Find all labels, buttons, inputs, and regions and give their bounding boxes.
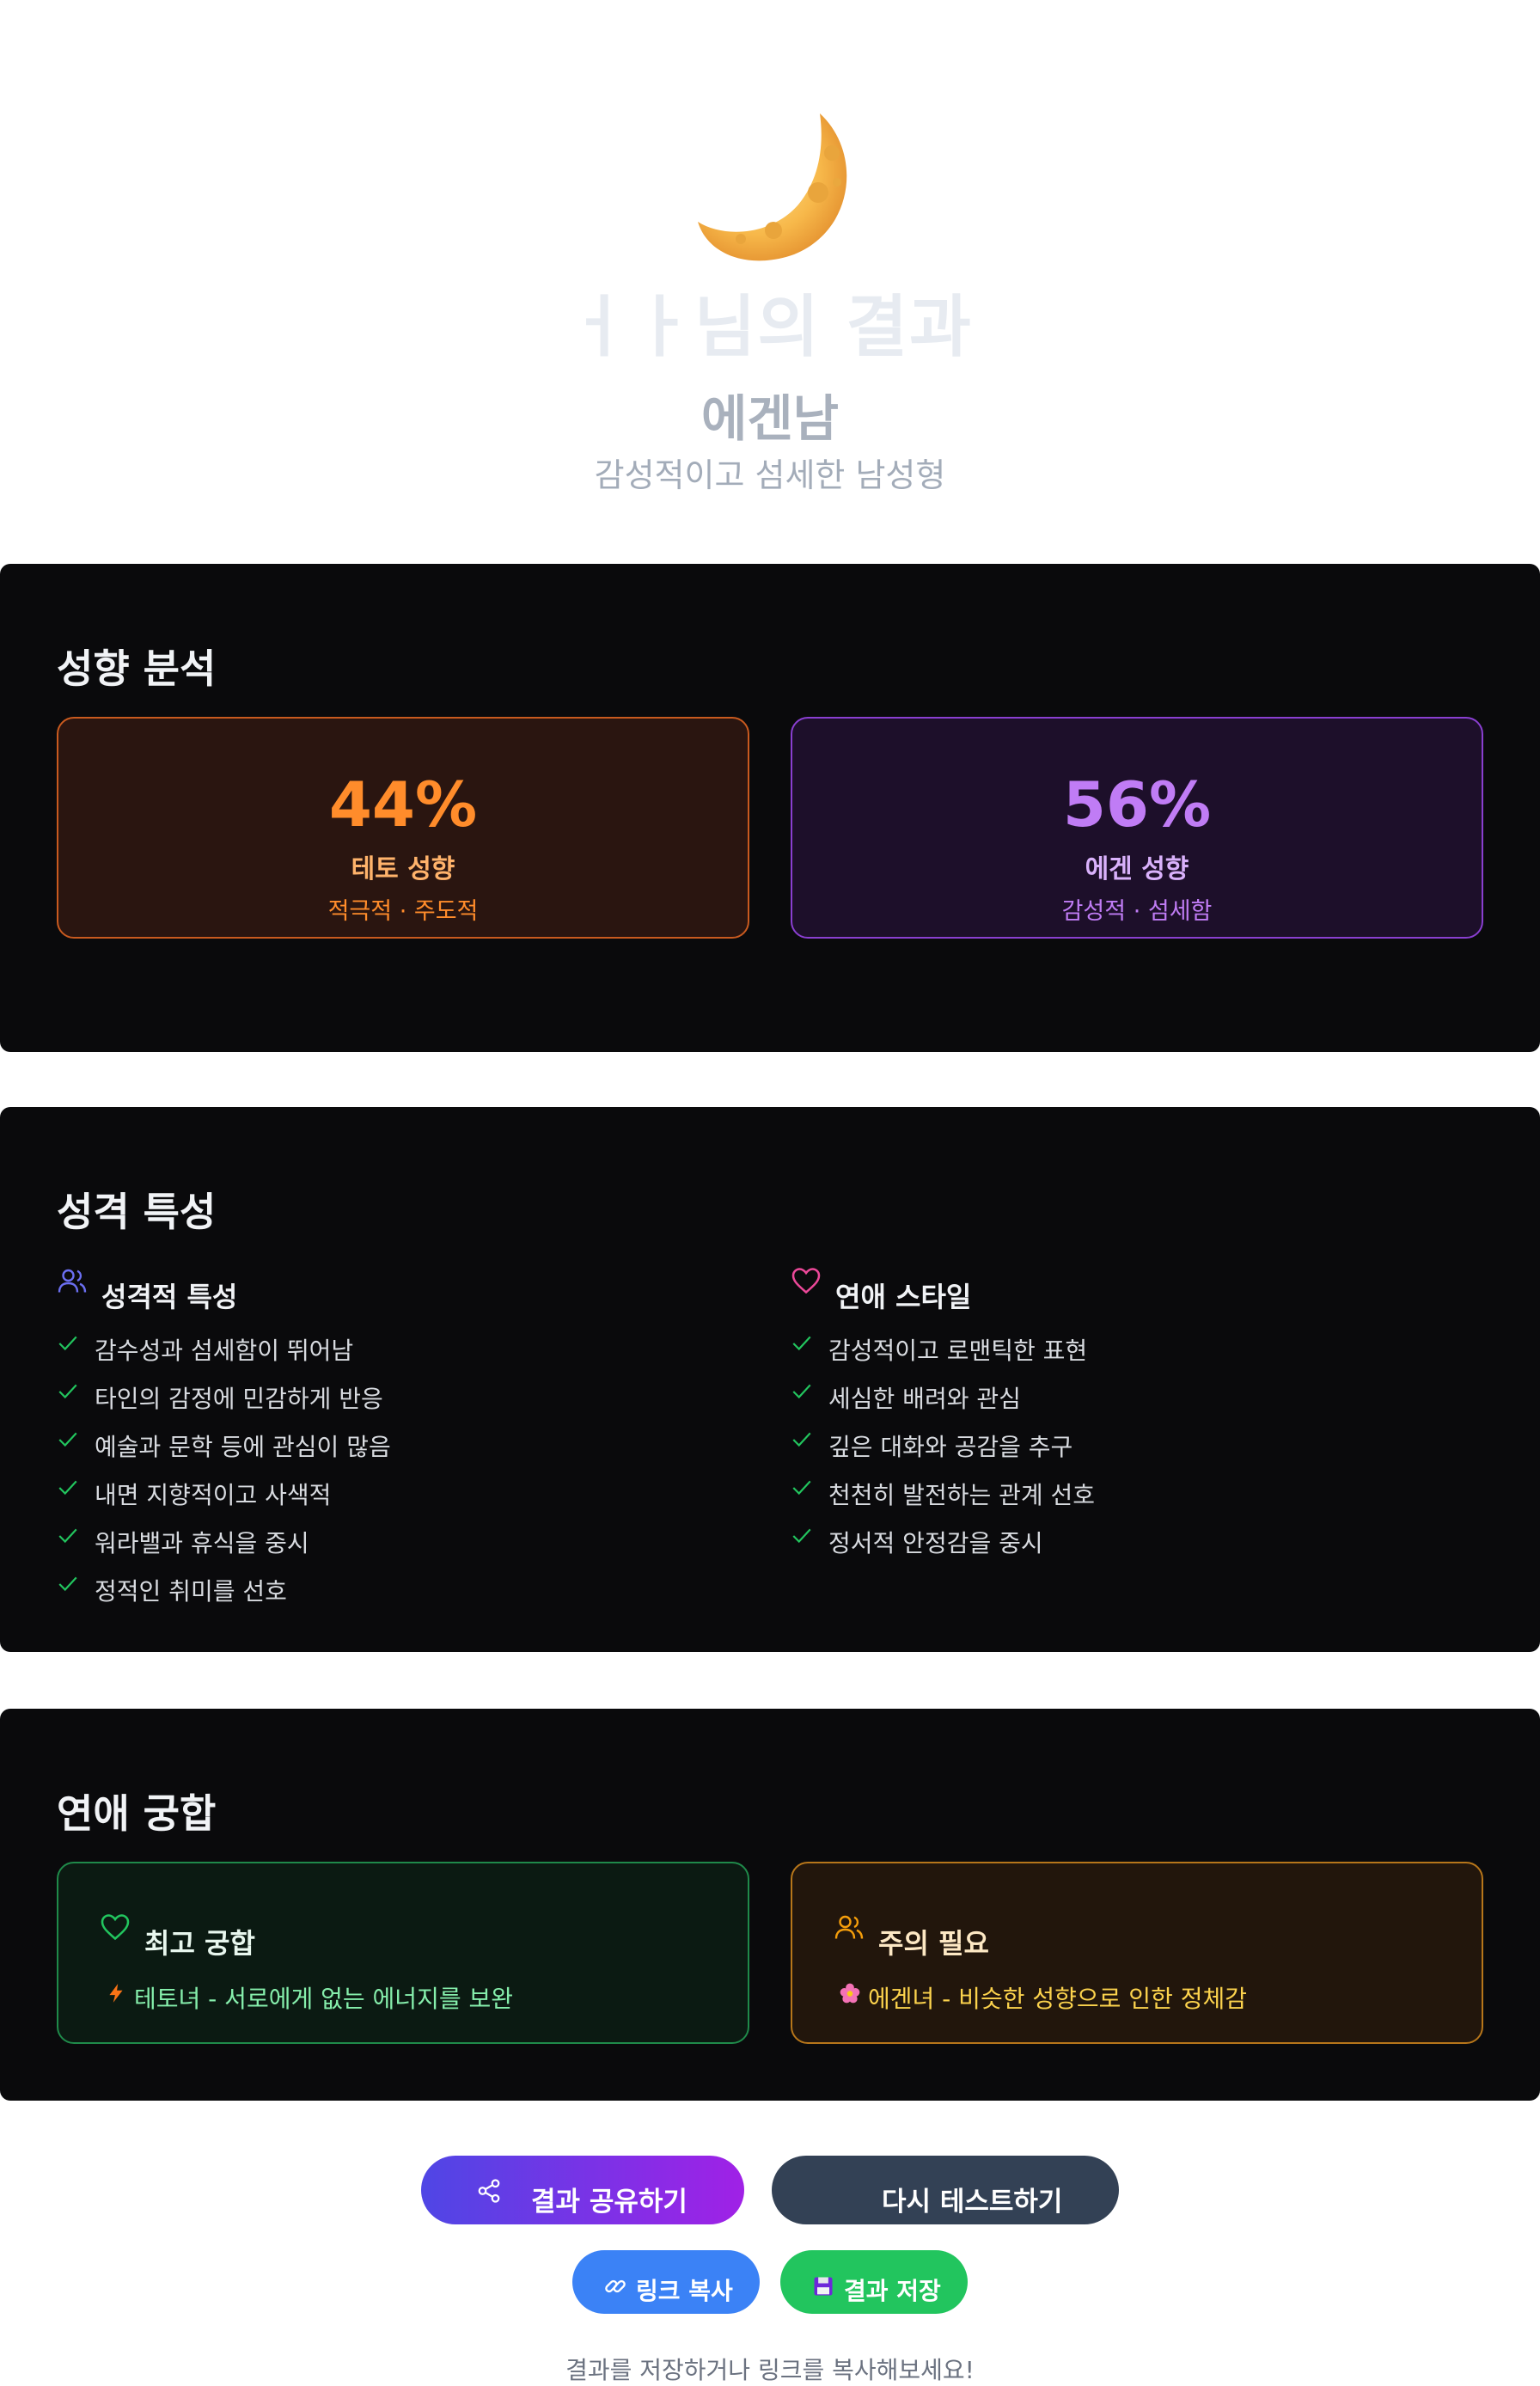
romance-heading: 연애 스타일 (835, 1281, 972, 1313)
personality-heading: 성격적 특성 (101, 1281, 238, 1313)
check-icon (792, 1480, 811, 1496)
result-hero: ㅓㅏ님의 결과 에겐남 감성적이고 섬세한 남성형 (0, 0, 1540, 559)
egen-card: 56% 에겐 성향 감성적 · 섬세함 (791, 717, 1483, 939)
caution-heading: 주의 필요 (878, 1927, 989, 1960)
list-item: 세심한 배려와 관심 (828, 1385, 1021, 1413)
type-description: 감성적이고 섬세한 남성형 (594, 456, 946, 494)
check-icon (58, 1528, 77, 1544)
flower-icon (840, 1983, 860, 2004)
list-item: 내면 지향적이고 사색적 (95, 1481, 332, 1509)
check-icon (58, 1576, 77, 1592)
check-icon (58, 1480, 77, 1496)
check-icon (792, 1528, 811, 1544)
compat-section: 연애 궁합 최고 궁합 테토녀 - 서로에게 없는 에너지를 보완 주의 필요 … (0, 1709, 1540, 2101)
check-icon (58, 1384, 77, 1399)
traits-section: 성격 특성 성격적 특성 감수성과 섬세함이 뛰어남 타인의 감정에 민감하게 … (0, 1107, 1540, 1652)
heart-icon (101, 1914, 130, 1941)
best-match-card: 최고 궁합 테토녀 - 서로에게 없는 에너지를 보완 (57, 1862, 749, 2044)
lightning-icon (109, 1984, 123, 2003)
check-icon (58, 1432, 77, 1447)
floppy-disk-icon (814, 2277, 833, 2296)
traits-title: 성격 특성 (57, 1189, 217, 1235)
check-icon (792, 1336, 811, 1351)
check-icon (792, 1384, 811, 1399)
list-item: 정서적 안정감을 중시 (828, 1529, 1043, 1557)
caution-match-card: 주의 필요 에겐녀 - 비슷한 성향으로 인한 정체감 (791, 1862, 1483, 2044)
copy-link-label: 링크 복사 (636, 2277, 733, 2305)
caution-text: 에겐녀 - 비슷한 성향으로 인한 정체감 (868, 1985, 1248, 2013)
analysis-section: 성향 분석 44% 테토 성향 적극적 · 주도적 56% 에겐 성향 감성적 … (0, 564, 1540, 1052)
analysis-title: 성향 분석 (57, 645, 217, 692)
link-icon (605, 2279, 626, 2293)
egen-label: 에겐 성향 (1085, 854, 1189, 884)
heart-icon (791, 1268, 821, 1294)
share-button[interactable]: 결과 공유하기 (421, 2156, 744, 2224)
teto-percent: 44% (328, 768, 478, 841)
check-icon (792, 1432, 811, 1447)
compat-title: 연애 궁합 (57, 1790, 217, 1837)
users-icon (834, 1915, 864, 1939)
users-icon (58, 1269, 87, 1293)
share-button-label: 결과 공유하기 (531, 2187, 688, 2218)
best-match-text: 테토녀 - 서로에게 없는 에너지를 보완 (134, 1985, 514, 2013)
retest-button[interactable]: 다시 테스트하기 (772, 2156, 1119, 2224)
share-icon (478, 2179, 500, 2203)
list-item: 정적인 취미를 선호 (95, 1577, 287, 1606)
teto-sub: 적극적 · 주도적 (327, 898, 479, 925)
list-item: 감성적이고 로맨틱한 표현 (828, 1337, 1088, 1365)
save-result-label: 결과 저장 (844, 2277, 941, 2305)
list-item: 워라밸과 휴식을 중시 (95, 1529, 309, 1557)
egen-sub: 감성적 · 섬세함 (1061, 898, 1213, 925)
type-name: 에겐남 (700, 389, 840, 448)
check-icon (58, 1336, 77, 1351)
egen-percent: 56% (1062, 768, 1212, 841)
copy-link-button[interactable]: 링크 복사 (572, 2250, 760, 2314)
teto-label: 테토 성향 (351, 854, 455, 884)
save-result-button[interactable]: 결과 저장 (780, 2250, 968, 2314)
result-title: ㅓㅏ님의 결과 (567, 289, 973, 366)
list-item: 천천히 발전하는 관계 선호 (828, 1481, 1096, 1509)
best-match-heading: 최고 궁합 (144, 1927, 255, 1960)
list-item: 감수성과 섬세함이 뛰어남 (95, 1337, 354, 1365)
crescent-moon-icon (698, 113, 847, 261)
list-item: 예술과 문학 등에 관심이 많음 (95, 1433, 391, 1461)
teto-card: 44% 테토 성향 적극적 · 주도적 (57, 717, 749, 939)
footer-note: 결과를 저장하거나 링크를 복사해보세요! (565, 2356, 975, 2384)
list-item: 타인의 감정에 민감하게 반응 (95, 1385, 383, 1413)
list-item: 깊은 대화와 공감을 추구 (828, 1433, 1073, 1461)
retest-button-label: 다시 테스트하기 (882, 2187, 1063, 2218)
